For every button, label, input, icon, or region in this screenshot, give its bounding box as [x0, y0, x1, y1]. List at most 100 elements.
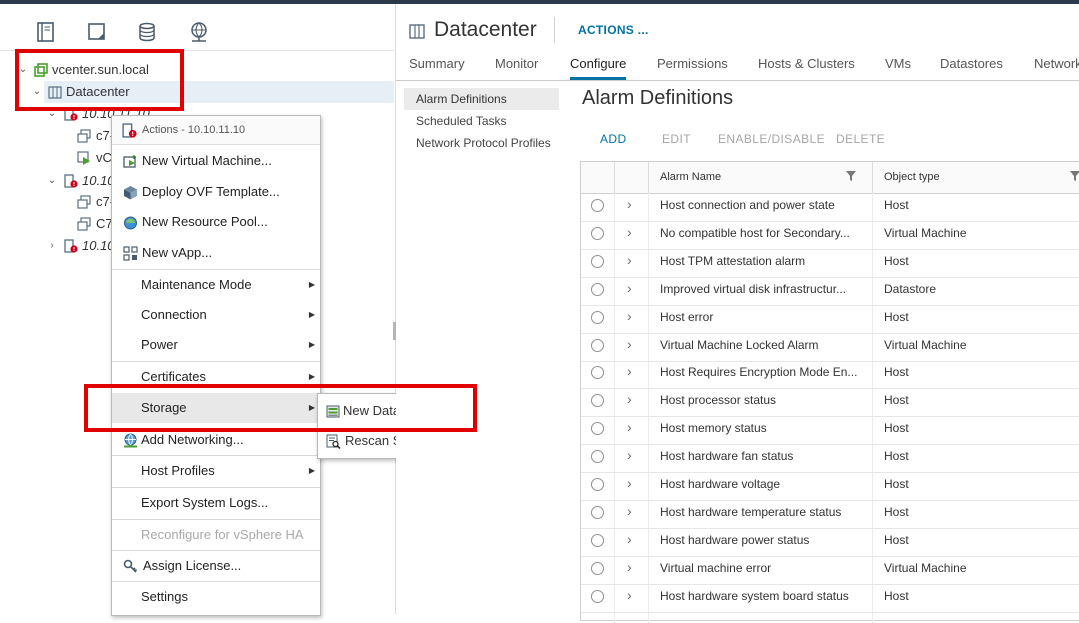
tab-permissions[interactable]: Permissions — [657, 56, 728, 71]
tree-node-vcenter[interactable]: ⌄ vcenter.sun.local — [0, 59, 394, 81]
row-select-radio[interactable] — [591, 310, 604, 324]
row-select-radio[interactable] — [591, 254, 604, 268]
networking-icon[interactable] — [188, 21, 210, 43]
table-row[interactable]: › Host hardware temperature status Host — [581, 500, 1079, 529]
tab-networks[interactable]: Networks — [1034, 56, 1079, 71]
actions-button[interactable]: ACTIONS ... — [578, 23, 649, 37]
column-header-object-type[interactable]: Object type — [884, 171, 940, 183]
tab-configure[interactable]: Configure — [570, 56, 627, 80]
add-button[interactable]: ADD — [600, 132, 627, 146]
chevron-right-icon[interactable]: › — [627, 503, 632, 519]
row-select-radio[interactable] — [591, 478, 604, 491]
chevron-right-icon[interactable]: › — [627, 587, 632, 603]
table-row[interactable]: › Virtual Machine Locked Alarm Virtual Mac… — [581, 333, 1079, 362]
row-select-radio[interactable] — [591, 366, 604, 380]
edit-button[interactable]: EDIT — [662, 132, 691, 146]
menu-item-label: Power — [141, 337, 178, 352]
subnav-scheduled-tasks[interactable]: Scheduled Tasks — [404, 110, 559, 132]
table-row[interactable]: › Host memory status Host — [581, 416, 1079, 446]
storage-icon[interactable] — [136, 21, 158, 43]
add-networking-icon — [123, 433, 138, 448]
table-row[interactable]: › Host error Host — [581, 305, 1079, 334]
table-row[interactable]: › Host hardware fan status Host — [581, 444, 1079, 474]
tab-hosts-clusters[interactable]: Hosts & Clusters — [758, 56, 855, 71]
chevron-down-icon[interactable]: ⌄ — [47, 103, 57, 125]
chevron-right-icon[interactable]: › — [627, 559, 632, 575]
chevron-right-icon[interactable]: › — [627, 419, 632, 435]
menu-item-storage[interactable]: Storage ▶ — [112, 393, 320, 423]
chevron-right-icon[interactable]: › — [627, 447, 632, 463]
row-select-radio[interactable] — [591, 450, 604, 464]
tab-vms[interactable]: VMs — [885, 56, 911, 71]
tree-node-datacenter[interactable]: ⌄ Datacenter — [33, 81, 394, 103]
chevron-down-icon[interactable]: ⌄ — [32, 81, 42, 103]
hosts-clusters-icon[interactable] — [35, 21, 57, 43]
filter-icon[interactable] — [1070, 170, 1079, 182]
menu-item-assign-license[interactable]: Assign License... — [112, 551, 320, 581]
cell-alarm-name: Host hardware voltage — [660, 477, 781, 491]
filter-icon[interactable] — [846, 170, 856, 182]
menu-item-settings[interactable]: Settings — [112, 582, 320, 612]
chevron-right-icon[interactable]: › — [627, 196, 632, 212]
tab-monitor[interactable]: Monitor — [495, 56, 538, 71]
chevron-right-icon[interactable]: › — [627, 363, 632, 379]
menu-item-new-vm[interactable]: New Virtual Machine... — [112, 146, 320, 176]
chevron-right-icon[interactable]: › — [627, 475, 632, 491]
enable-disable-button[interactable]: ENABLE/DISABLE — [718, 132, 825, 146]
tab-datastores[interactable]: Datastores — [940, 56, 1003, 71]
row-select-radio[interactable] — [591, 282, 604, 296]
table-row[interactable]: › Host processor status Host — [581, 388, 1079, 418]
cell-object-type: Host — [884, 309, 909, 324]
host-alert-icon — [64, 174, 78, 188]
table-row[interactable]: › Virtual machine error Virtual Machine — [581, 556, 1079, 585]
delete-button[interactable]: DELETE — [836, 132, 885, 146]
menu-item-export-logs[interactable]: Export System Logs... — [112, 488, 320, 518]
vm-icon — [77, 217, 91, 231]
chevron-right-icon[interactable]: › — [627, 336, 632, 352]
chevron-right-icon[interactable]: › — [627, 224, 632, 240]
chevron-right-icon[interactable]: › — [627, 280, 632, 296]
table-row[interactable]: › Host hardware power status Host — [581, 528, 1079, 557]
alarm-definitions-panel: Alarm Definitions ADD EDIT ENABLE/DISABL… — [571, 81, 1079, 623]
row-select-radio[interactable] — [591, 199, 604, 212]
tab-summary[interactable]: Summary — [409, 56, 465, 71]
row-select-radio[interactable] — [591, 589, 604, 603]
subnav-network-protocol-profiles[interactable]: Network Protocol Profiles — [404, 132, 559, 154]
menu-item-maintenance-mode[interactable]: Maintenance Mode ▶ — [112, 270, 320, 300]
vms-templates-icon[interactable] — [86, 21, 108, 43]
row-select-radio[interactable] — [591, 394, 604, 408]
menu-item-connection[interactable]: Connection ▶ — [112, 300, 320, 330]
menu-item-deploy-ovf[interactable]: Deploy OVF Template... — [112, 177, 320, 207]
menu-item-label: Host Profiles — [141, 463, 215, 478]
chevron-right-icon[interactable]: › — [627, 308, 632, 324]
table-row[interactable]: › Host hardware voltage Host — [581, 472, 1079, 501]
row-select-radio[interactable] — [591, 561, 604, 575]
chevron-down-icon[interactable]: ⌄ — [18, 59, 28, 81]
table-row[interactable]: › Improved virtual disk infrastructur... D… — [581, 277, 1079, 306]
menu-item-new-vapp[interactable]: New vApp... — [112, 238, 320, 268]
menu-item-new-resource-pool[interactable]: New Resource Pool... — [112, 207, 320, 237]
chevron-right-icon[interactable]: › — [627, 391, 632, 407]
table-row[interactable]: › Host TPM attestation alarm Host — [581, 249, 1079, 278]
column-header-alarm-name[interactable]: Alarm Name — [660, 171, 721, 183]
menu-item-certificates[interactable]: Certificates ▶ — [112, 362, 320, 392]
row-select-radio[interactable] — [591, 533, 604, 547]
row-select-radio[interactable] — [591, 505, 604, 519]
table-row[interactable]: › No compatible host for Secondary... Virt… — [581, 221, 1079, 250]
menu-item-host-profiles[interactable]: Host Profiles ▶ — [112, 456, 320, 486]
menu-item-add-networking[interactable]: Add Networking... — [112, 425, 320, 455]
row-select-radio[interactable] — [591, 226, 604, 240]
menu-item-label: New Virtual Machine... — [142, 153, 272, 168]
cell-alarm-name: Host hardware system board status — [660, 588, 849, 603]
table-row[interactable]: › Host connection and power state Host — [581, 193, 1079, 222]
chevron-right-icon[interactable]: › — [627, 252, 632, 268]
chevron-right-icon[interactable]: › — [47, 235, 57, 257]
row-select-radio[interactable] — [591, 422, 604, 436]
subnav-alarm-definitions[interactable]: Alarm Definitions — [404, 88, 559, 110]
chevron-down-icon[interactable]: ⌄ — [47, 170, 57, 192]
row-select-radio[interactable] — [591, 338, 604, 352]
menu-item-power[interactable]: Power ▶ — [112, 330, 320, 360]
table-row[interactable]: › Host hardware system board status Host — [581, 584, 1079, 613]
chevron-right-icon[interactable]: › — [627, 531, 632, 547]
table-row[interactable]: › Host Requires Encryption Mode En... Host — [581, 360, 1079, 390]
